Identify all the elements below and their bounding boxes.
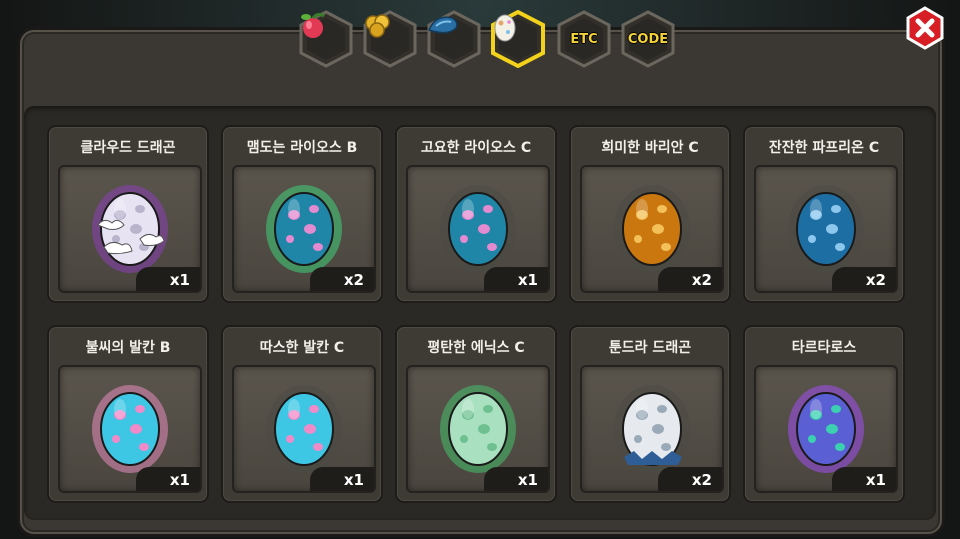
egg-name: 희미한 바리안 C <box>601 140 699 156</box>
egg-card[interactable]: 맴도는 라이오스 B x2 <box>221 125 383 303</box>
tab-label: CODE <box>627 31 669 47</box>
egg-count: x1 <box>310 467 374 491</box>
egg-name: 평탄한 에닉스 C <box>427 340 525 356</box>
egg-count: x1 <box>136 467 200 491</box>
egg-image-frame: x1 <box>58 365 202 493</box>
egg-image-frame: x1 <box>232 365 376 493</box>
egg-card[interactable]: 잔잔한 파프리온 C x2 <box>743 125 905 303</box>
egg-name: 맴도는 라이오스 B <box>246 140 358 156</box>
egg-count: x2 <box>658 467 722 491</box>
tab-label: ETC <box>570 31 598 47</box>
egg-count: x1 <box>832 467 896 491</box>
egg-image-frame: x2 <box>580 365 724 493</box>
egg-count: x1 <box>484 267 548 291</box>
tab-fruit[interactable] <box>298 10 354 68</box>
egg-card[interactable]: 툰드라 드래곤 x2 <box>569 325 731 503</box>
egg-image-frame: x2 <box>232 165 376 293</box>
egg-image-frame: x1 <box>754 365 898 493</box>
egg-card[interactable]: 클라우드 드래곤 x1 <box>47 125 209 303</box>
egg-name: 잔잔한 파프리온 C <box>768 140 880 156</box>
egg-name: 따스한 발칸 C <box>259 340 345 356</box>
egg-count: x1 <box>484 467 548 491</box>
egg-name: 고요한 라이오스 C <box>420 140 532 156</box>
egg-image-frame: x1 <box>406 165 550 293</box>
egg-name: 클라우드 드래곤 <box>80 140 176 156</box>
egg-card[interactable]: 고요한 라이오스 C x1 <box>395 125 557 303</box>
egg-card[interactable]: 타르타로스 x1 <box>743 325 905 503</box>
egg-card[interactable]: 희미한 바리안 C x2 <box>569 125 731 303</box>
egg-count: x2 <box>832 267 896 291</box>
tab-code[interactable]: CODE <box>620 10 676 68</box>
egg-image-frame: x2 <box>580 165 724 293</box>
egg-image-frame: x1 <box>58 165 202 293</box>
egg-count: x1 <box>136 267 200 291</box>
egg-image-frame: x1 <box>406 365 550 493</box>
egg-count: x2 <box>310 267 374 291</box>
tab-material[interactable] <box>426 10 482 68</box>
egg-name: 불씨의 발칸 B <box>85 340 171 356</box>
tab-egg[interactable] <box>490 10 546 68</box>
egg-name: 타르타로스 <box>791 340 857 356</box>
egg-card[interactable]: 불씨의 발칸 B x1 <box>47 325 209 503</box>
tab-gold[interactable] <box>362 10 418 68</box>
egg-image-frame: x2 <box>754 165 898 293</box>
egg-card[interactable]: 따스한 발칸 C x1 <box>221 325 383 503</box>
close-button[interactable] <box>903 6 947 50</box>
close-icon <box>906 6 944 50</box>
egg-card[interactable]: 평탄한 에닉스 C x1 <box>395 325 557 503</box>
tab-etc[interactable]: ETC <box>556 10 612 68</box>
egg-count: x2 <box>658 267 722 291</box>
egg-name: 툰드라 드래곤 <box>608 340 692 356</box>
